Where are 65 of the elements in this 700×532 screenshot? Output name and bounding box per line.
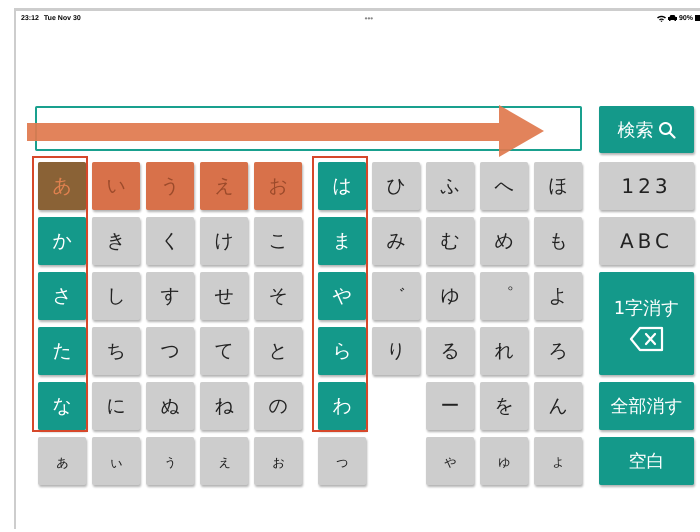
keyboard-button[interactable]: 全部消す: [599, 382, 694, 430]
wifi-icon: [656, 14, 666, 22]
kana-key[interactable]: る: [426, 327, 474, 375]
kana-key[interactable]: よ: [534, 272, 582, 320]
backspace-icon: [628, 326, 664, 352]
kana-key[interactable]: ち: [92, 327, 140, 375]
kana-key[interactable]: つ: [146, 327, 194, 375]
kana-key[interactable]: ほ: [534, 162, 582, 210]
delete-button[interactable]: 1字消す: [599, 272, 694, 375]
kana-key[interactable]: は: [318, 162, 366, 210]
kana-key[interactable]: わ: [318, 382, 366, 430]
kana-key[interactable]: さ: [38, 272, 86, 320]
kana-key[interactable]: む: [426, 217, 474, 265]
keyboard-button[interactable]: 空白: [599, 437, 694, 485]
kana-key[interactable]: ら: [318, 327, 366, 375]
keyboard-button[interactable]: 123: [599, 162, 694, 210]
kana-key[interactable]: ひ: [372, 162, 420, 210]
kana-key[interactable]: り: [372, 327, 420, 375]
kana-key[interactable]: の: [254, 382, 302, 430]
kana-key[interactable]: ゃ: [426, 437, 474, 485]
kana-key[interactable]: ぬ: [146, 382, 194, 430]
kana-key[interactable]: み: [372, 217, 420, 265]
kana-key[interactable]: ぅ: [146, 437, 194, 485]
kana-key[interactable]: せ: [200, 272, 248, 320]
kana-key[interactable]: ふ: [426, 162, 474, 210]
kana-key[interactable]: ろ: [534, 327, 582, 375]
kana-key[interactable]: れ: [480, 327, 528, 375]
kana-key[interactable]: を: [480, 382, 528, 430]
kana-key[interactable]: ね: [200, 382, 248, 430]
kana-key[interactable]: と: [254, 327, 302, 375]
kana-key[interactable]: き: [92, 217, 140, 265]
kana-key[interactable]: す: [146, 272, 194, 320]
kana-key[interactable]: ょ: [534, 437, 582, 485]
search-icon: [658, 120, 676, 138]
kana-key[interactable]: ゜: [480, 272, 528, 320]
car-icon: [668, 15, 677, 21]
kana-key[interactable]: そ: [254, 272, 302, 320]
multitasking-dots: •••: [364, 14, 374, 22]
kana-key[interactable]: ぉ: [254, 437, 302, 485]
kana-key[interactable]: ん: [534, 382, 582, 430]
kana-key[interactable]: ぇ: [200, 437, 248, 485]
kana-key[interactable]: へ: [480, 162, 528, 210]
search-button[interactable]: 検索: [599, 106, 694, 153]
kana-key[interactable]: け: [200, 217, 248, 265]
kana-key[interactable]: か: [38, 217, 86, 265]
keyboard-button[interactable]: ABC: [599, 217, 694, 265]
kana-key[interactable]: ま: [318, 217, 366, 265]
battery-icon: [695, 15, 700, 21]
kana-key[interactable]: ゆ: [426, 272, 474, 320]
kana-key[interactable]: く: [146, 217, 194, 265]
kana-key[interactable]: て: [200, 327, 248, 375]
kana-key[interactable]: こ: [254, 217, 302, 265]
kana-key[interactable]: な: [38, 382, 86, 430]
kana-key[interactable]: ー: [426, 382, 474, 430]
kana-key[interactable]: ぁ: [38, 437, 86, 485]
kana-key[interactable]: や: [318, 272, 366, 320]
kana-key[interactable]: ぃ: [92, 437, 140, 485]
kana-key[interactable]: に: [92, 382, 140, 430]
kana-key[interactable]: ゛: [372, 272, 420, 320]
kana-key[interactable]: ゅ: [480, 437, 528, 485]
kana-key[interactable]: め: [480, 217, 528, 265]
kana-key[interactable]: も: [534, 217, 582, 265]
kana-key[interactable]: し: [92, 272, 140, 320]
kana-key[interactable]: っ: [318, 437, 366, 485]
kana-key[interactable]: た: [38, 327, 86, 375]
